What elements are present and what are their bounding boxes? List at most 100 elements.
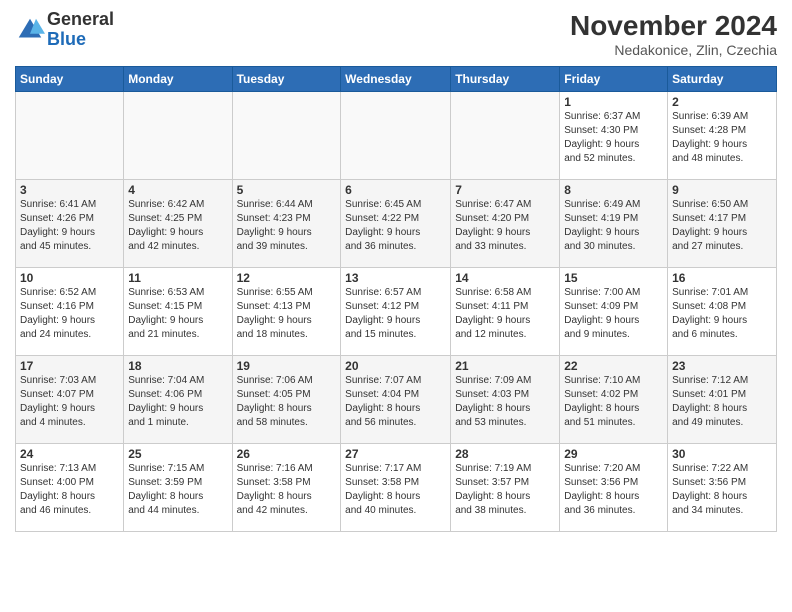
day-cell: 21Sunrise: 7:09 AM Sunset: 4:03 PM Dayli… <box>451 356 560 444</box>
day-info: Sunrise: 6:57 AM Sunset: 4:12 PM Dayligh… <box>345 286 446 342</box>
logo-text: General Blue <box>47 10 114 50</box>
page-container: General Blue November 2024 Nedakonice, Z… <box>0 0 792 542</box>
day-info: Sunrise: 6:37 AM Sunset: 4:30 PM Dayligh… <box>564 110 663 166</box>
day-cell <box>232 92 341 180</box>
logo-blue: Blue <box>47 29 86 49</box>
week-row-4: 17Sunrise: 7:03 AM Sunset: 4:07 PM Dayli… <box>16 356 777 444</box>
day-number: 3 <box>20 183 119 197</box>
day-number: 19 <box>237 359 337 373</box>
day-cell <box>16 92 124 180</box>
day-info: Sunrise: 7:19 AM Sunset: 3:57 PM Dayligh… <box>455 462 555 518</box>
day-number: 1 <box>564 95 663 109</box>
logo-icon <box>15 15 45 45</box>
day-number: 9 <box>672 183 772 197</box>
day-number: 17 <box>20 359 119 373</box>
day-cell: 5Sunrise: 6:44 AM Sunset: 4:23 PM Daylig… <box>232 180 341 268</box>
day-cell: 19Sunrise: 7:06 AM Sunset: 4:05 PM Dayli… <box>232 356 341 444</box>
day-info: Sunrise: 7:10 AM Sunset: 4:02 PM Dayligh… <box>564 374 663 430</box>
day-cell: 25Sunrise: 7:15 AM Sunset: 3:59 PM Dayli… <box>124 444 232 532</box>
day-cell: 24Sunrise: 7:13 AM Sunset: 4:00 PM Dayli… <box>16 444 124 532</box>
day-info: Sunrise: 7:12 AM Sunset: 4:01 PM Dayligh… <box>672 374 772 430</box>
day-cell: 27Sunrise: 7:17 AM Sunset: 3:58 PM Dayli… <box>341 444 451 532</box>
day-info: Sunrise: 6:47 AM Sunset: 4:20 PM Dayligh… <box>455 198 555 254</box>
week-row-5: 24Sunrise: 7:13 AM Sunset: 4:00 PM Dayli… <box>16 444 777 532</box>
day-cell: 15Sunrise: 7:00 AM Sunset: 4:09 PM Dayli… <box>560 268 668 356</box>
day-info: Sunrise: 7:06 AM Sunset: 4:05 PM Dayligh… <box>237 374 337 430</box>
title-block: November 2024 Nedakonice, Zlin, Czechia <box>570 10 777 58</box>
day-number: 8 <box>564 183 663 197</box>
day-info: Sunrise: 6:45 AM Sunset: 4:22 PM Dayligh… <box>345 198 446 254</box>
day-cell: 23Sunrise: 7:12 AM Sunset: 4:01 PM Dayli… <box>668 356 777 444</box>
day-number: 23 <box>672 359 772 373</box>
column-header-sunday: Sunday <box>16 67 124 92</box>
day-info: Sunrise: 7:22 AM Sunset: 3:56 PM Dayligh… <box>672 462 772 518</box>
day-cell <box>451 92 560 180</box>
day-info: Sunrise: 7:03 AM Sunset: 4:07 PM Dayligh… <box>20 374 119 430</box>
day-cell: 20Sunrise: 7:07 AM Sunset: 4:04 PM Dayli… <box>341 356 451 444</box>
day-number: 4 <box>128 183 227 197</box>
day-cell: 8Sunrise: 6:49 AM Sunset: 4:19 PM Daylig… <box>560 180 668 268</box>
day-info: Sunrise: 7:17 AM Sunset: 3:58 PM Dayligh… <box>345 462 446 518</box>
day-number: 12 <box>237 271 337 285</box>
day-info: Sunrise: 6:41 AM Sunset: 4:26 PM Dayligh… <box>20 198 119 254</box>
day-number: 18 <box>128 359 227 373</box>
day-cell: 14Sunrise: 6:58 AM Sunset: 4:11 PM Dayli… <box>451 268 560 356</box>
day-info: Sunrise: 7:07 AM Sunset: 4:04 PM Dayligh… <box>345 374 446 430</box>
day-number: 30 <box>672 447 772 461</box>
day-cell: 1Sunrise: 6:37 AM Sunset: 4:30 PM Daylig… <box>560 92 668 180</box>
column-header-saturday: Saturday <box>668 67 777 92</box>
day-info: Sunrise: 6:53 AM Sunset: 4:15 PM Dayligh… <box>128 286 227 342</box>
logo-general: General <box>47 9 114 29</box>
calendar-table: SundayMondayTuesdayWednesdayThursdayFrid… <box>15 66 777 532</box>
day-cell: 28Sunrise: 7:19 AM Sunset: 3:57 PM Dayli… <box>451 444 560 532</box>
day-cell: 2Sunrise: 6:39 AM Sunset: 4:28 PM Daylig… <box>668 92 777 180</box>
calendar-body: 1Sunrise: 6:37 AM Sunset: 4:30 PM Daylig… <box>16 92 777 532</box>
day-number: 28 <box>455 447 555 461</box>
day-number: 16 <box>672 271 772 285</box>
day-info: Sunrise: 7:16 AM Sunset: 3:58 PM Dayligh… <box>237 462 337 518</box>
day-number: 27 <box>345 447 446 461</box>
day-number: 20 <box>345 359 446 373</box>
day-cell: 29Sunrise: 7:20 AM Sunset: 3:56 PM Dayli… <box>560 444 668 532</box>
day-cell: 18Sunrise: 7:04 AM Sunset: 4:06 PM Dayli… <box>124 356 232 444</box>
day-cell: 16Sunrise: 7:01 AM Sunset: 4:08 PM Dayli… <box>668 268 777 356</box>
day-info: Sunrise: 6:50 AM Sunset: 4:17 PM Dayligh… <box>672 198 772 254</box>
day-number: 24 <box>20 447 119 461</box>
day-number: 29 <box>564 447 663 461</box>
week-row-3: 10Sunrise: 6:52 AM Sunset: 4:16 PM Dayli… <box>16 268 777 356</box>
day-number: 21 <box>455 359 555 373</box>
day-info: Sunrise: 7:13 AM Sunset: 4:00 PM Dayligh… <box>20 462 119 518</box>
day-number: 5 <box>237 183 337 197</box>
day-cell: 3Sunrise: 6:41 AM Sunset: 4:26 PM Daylig… <box>16 180 124 268</box>
day-number: 15 <box>564 271 663 285</box>
day-number: 10 <box>20 271 119 285</box>
day-cell: 10Sunrise: 6:52 AM Sunset: 4:16 PM Dayli… <box>16 268 124 356</box>
day-info: Sunrise: 7:20 AM Sunset: 3:56 PM Dayligh… <box>564 462 663 518</box>
day-info: Sunrise: 6:52 AM Sunset: 4:16 PM Dayligh… <box>20 286 119 342</box>
day-number: 22 <box>564 359 663 373</box>
day-info: Sunrise: 6:44 AM Sunset: 4:23 PM Dayligh… <box>237 198 337 254</box>
day-number: 2 <box>672 95 772 109</box>
column-header-friday: Friday <box>560 67 668 92</box>
day-number: 13 <box>345 271 446 285</box>
day-info: Sunrise: 6:49 AM Sunset: 4:19 PM Dayligh… <box>564 198 663 254</box>
day-cell: 7Sunrise: 6:47 AM Sunset: 4:20 PM Daylig… <box>451 180 560 268</box>
day-cell: 13Sunrise: 6:57 AM Sunset: 4:12 PM Dayli… <box>341 268 451 356</box>
day-info: Sunrise: 7:15 AM Sunset: 3:59 PM Dayligh… <box>128 462 227 518</box>
day-number: 6 <box>345 183 446 197</box>
day-cell: 4Sunrise: 6:42 AM Sunset: 4:25 PM Daylig… <box>124 180 232 268</box>
day-info: Sunrise: 6:39 AM Sunset: 4:28 PM Dayligh… <box>672 110 772 166</box>
day-cell: 6Sunrise: 6:45 AM Sunset: 4:22 PM Daylig… <box>341 180 451 268</box>
day-number: 26 <box>237 447 337 461</box>
day-cell <box>124 92 232 180</box>
day-info: Sunrise: 6:42 AM Sunset: 4:25 PM Dayligh… <box>128 198 227 254</box>
day-cell: 9Sunrise: 6:50 AM Sunset: 4:17 PM Daylig… <box>668 180 777 268</box>
day-info: Sunrise: 6:55 AM Sunset: 4:13 PM Dayligh… <box>237 286 337 342</box>
calendar-subtitle: Nedakonice, Zlin, Czechia <box>570 42 777 58</box>
header-row: SundayMondayTuesdayWednesdayThursdayFrid… <box>16 67 777 92</box>
column-header-tuesday: Tuesday <box>232 67 341 92</box>
calendar-title: November 2024 <box>570 10 777 42</box>
day-number: 14 <box>455 271 555 285</box>
column-header-thursday: Thursday <box>451 67 560 92</box>
day-cell: 26Sunrise: 7:16 AM Sunset: 3:58 PM Dayli… <box>232 444 341 532</box>
